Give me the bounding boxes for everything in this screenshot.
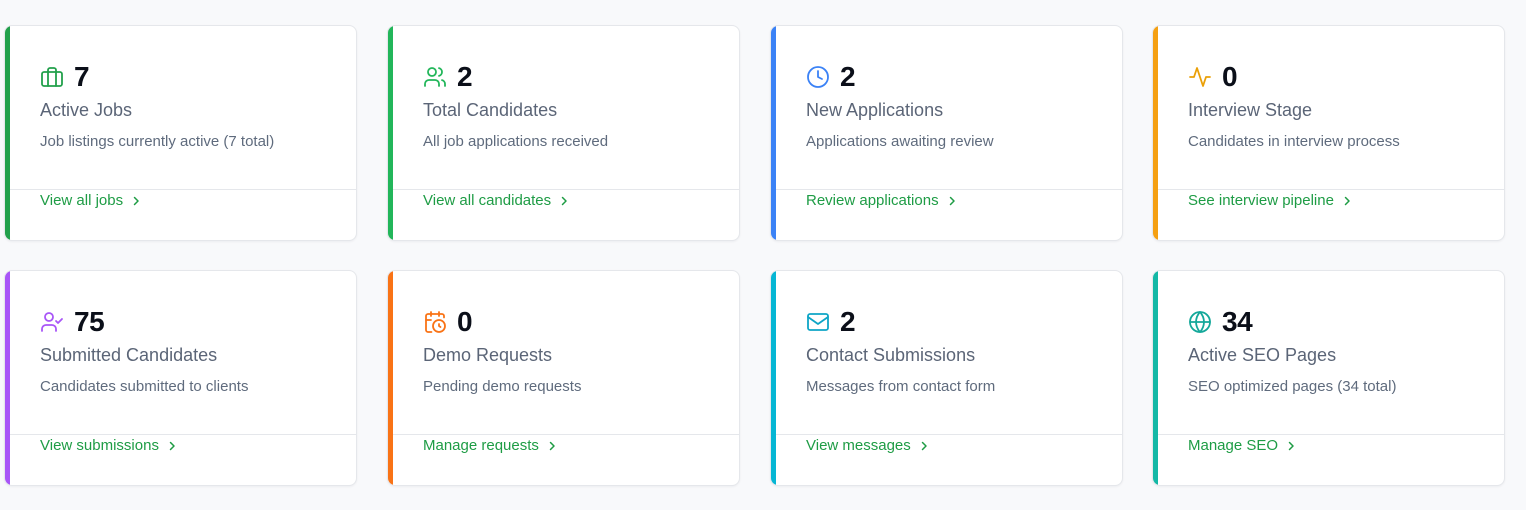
stat-title: Submitted Candidates bbox=[40, 345, 218, 365]
link-label: Review applications bbox=[806, 192, 939, 209]
chevron-right-icon bbox=[559, 196, 569, 206]
stat-description: Messages from contact form bbox=[806, 378, 996, 395]
stat-card-interview-stage: 0 Interview Stage Candidates in intervie… bbox=[1152, 25, 1505, 241]
chevron-right-icon bbox=[919, 441, 929, 451]
stat-title: Active SEO Pages bbox=[1188, 345, 1337, 365]
card-footer: View all candidates bbox=[393, 189, 739, 240]
link-label: View messages bbox=[806, 437, 911, 454]
link-label: Manage SEO bbox=[1188, 437, 1279, 454]
view-all-candidates-link[interactable]: View all candidates bbox=[423, 191, 569, 211]
link-label: Manage requests bbox=[423, 437, 539, 454]
manage-seo-link[interactable]: Manage SEO bbox=[1188, 436, 1296, 456]
calendar-clock-icon bbox=[423, 310, 447, 334]
chevron-right-icon bbox=[1342, 196, 1352, 206]
user-check-icon bbox=[40, 310, 64, 334]
stat-card-submitted-candidates: 75 Submitted Candidates Candidates submi… bbox=[4, 270, 357, 486]
card-footer: View submissions bbox=[10, 434, 356, 485]
stat-description: Pending demo requests bbox=[423, 378, 582, 395]
chevron-right-icon bbox=[947, 196, 957, 206]
activity-icon bbox=[1188, 65, 1212, 89]
stat-title: New Applications bbox=[806, 100, 944, 120]
stat-value: 2 bbox=[840, 306, 856, 337]
stat-value: 0 bbox=[457, 306, 473, 337]
stat-description: SEO optimized pages (34 total) bbox=[1188, 378, 1397, 395]
stat-value: 7 bbox=[74, 61, 90, 92]
stat-description: Candidates submitted to clients bbox=[40, 378, 249, 395]
chevron-right-icon bbox=[547, 441, 557, 451]
stat-description: All job applications received bbox=[423, 133, 609, 150]
stat-description: Candidates in interview process bbox=[1188, 133, 1400, 150]
stat-title: Total Candidates bbox=[423, 100, 558, 120]
stat-value: 34 bbox=[1222, 306, 1253, 337]
review-applications-link[interactable]: Review applications bbox=[806, 191, 957, 211]
stat-card-active-seo-pages: 34 Active SEO Pages SEO optimized pages … bbox=[1152, 270, 1505, 486]
stat-value: 0 bbox=[1222, 61, 1238, 92]
see-interview-pipeline-link[interactable]: See interview pipeline bbox=[1188, 191, 1352, 211]
stat-card-contact-submissions: 2 Contact Submissions Messages from cont… bbox=[770, 270, 1123, 486]
mail-icon bbox=[806, 310, 830, 334]
stat-card-total-candidates: 2 Total Candidates All job applications … bbox=[387, 25, 740, 241]
card-footer: See interview pipeline bbox=[1158, 189, 1504, 240]
stat-value: 2 bbox=[840, 61, 856, 92]
globe-icon bbox=[1188, 310, 1212, 334]
stat-title: Active Jobs bbox=[40, 100, 133, 120]
link-label: See interview pipeline bbox=[1188, 192, 1334, 209]
chevron-right-icon bbox=[131, 196, 141, 206]
stat-title: Interview Stage bbox=[1188, 100, 1313, 120]
stat-card-active-jobs: 7 Active Jobs Job listings currently act… bbox=[4, 25, 357, 241]
manage-requests-link[interactable]: Manage requests bbox=[423, 436, 557, 456]
chevron-right-icon bbox=[1286, 441, 1296, 451]
link-label: View all jobs bbox=[40, 192, 124, 209]
link-label: View submissions bbox=[40, 437, 159, 454]
card-footer: View messages bbox=[776, 434, 1122, 485]
card-footer: Manage SEO bbox=[1158, 434, 1504, 485]
view-messages-link[interactable]: View messages bbox=[806, 436, 929, 456]
stat-value: 2 bbox=[457, 61, 473, 92]
stat-card-demo-requests: 0 Demo Requests Pending demo requests Ma… bbox=[387, 270, 740, 486]
chevron-right-icon bbox=[167, 441, 177, 451]
stat-value: 75 bbox=[74, 306, 105, 337]
stats-grid: 7 Active Jobs Job listings currently act… bbox=[0, 0, 1526, 510]
view-all-jobs-link[interactable]: View all jobs bbox=[40, 191, 141, 211]
clock-icon bbox=[806, 65, 830, 89]
stat-description: Applications awaiting review bbox=[806, 133, 994, 150]
link-label: View all candidates bbox=[423, 192, 552, 209]
users-icon bbox=[423, 65, 447, 89]
card-footer: Review applications bbox=[776, 189, 1122, 240]
stat-title: Contact Submissions bbox=[806, 345, 976, 365]
card-footer: View all jobs bbox=[10, 189, 356, 240]
stat-description: Job listings currently active (7 total) bbox=[40, 133, 275, 150]
card-footer: Manage requests bbox=[393, 434, 739, 485]
briefcase-icon bbox=[40, 65, 64, 89]
stat-title: Demo Requests bbox=[423, 345, 553, 365]
stat-card-new-applications: 2 New Applications Applications awaiting… bbox=[770, 25, 1123, 241]
view-submissions-link[interactable]: View submissions bbox=[40, 436, 177, 456]
